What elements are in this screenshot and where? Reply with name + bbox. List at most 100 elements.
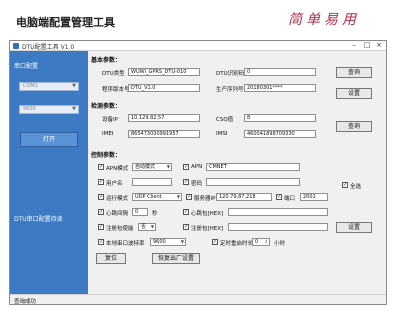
- port-checkbox[interactable]: ✓: [276, 194, 282, 200]
- spinner-arrows-icon: ⇕: [264, 239, 268, 244]
- dtu-type-field[interactable]: WUWI_GPRS_DTU-010: [128, 68, 200, 76]
- reg-enable-label: 注册包使能: [106, 226, 134, 232]
- local-baud-label: 本地串口波特率: [106, 241, 145, 247]
- timed-restart-checkbox[interactable]: ✓: [212, 239, 218, 245]
- apn-mode-value: 自动模式: [135, 164, 156, 170]
- csq-label: CSQ值: [216, 117, 234, 123]
- open-port-button[interactable]: 打开: [20, 132, 78, 147]
- serial-config-label: 串口配置: [14, 63, 39, 70]
- imei-label: IMEI: [102, 131, 114, 137]
- password-label: 密码: [191, 181, 203, 187]
- reg-hex-field[interactable]: [228, 223, 328, 231]
- port-select-value: COM1: [23, 83, 38, 89]
- close-icon[interactable]: ×: [373, 41, 385, 50]
- serial-number-field[interactable]: 20180301****: [244, 84, 316, 92]
- port-field[interactable]: 2001: [300, 193, 328, 201]
- heartbeat-hex-label: 心跳包[HEX]: [191, 211, 224, 217]
- server-ip-label: 服务器IP: [194, 196, 216, 202]
- basic-set-button[interactable]: 设置: [336, 88, 372, 99]
- firmware-field[interactable]: DTU_V1.0: [128, 84, 200, 92]
- baud-select-value: 9600: [23, 106, 36, 112]
- server-ip-field[interactable]: 120.79.87.218: [216, 193, 272, 201]
- dtu-status-label: DTU串口配置待读: [14, 216, 63, 223]
- local-baud-select[interactable]: 9600 ▼: [150, 238, 186, 246]
- imsi-field[interactable]: 460041898709330: [244, 130, 316, 138]
- password-field[interactable]: [206, 178, 300, 186]
- basic-section-heading: 基本参数：: [91, 57, 122, 64]
- basic-query-button[interactable]: 查询: [336, 67, 372, 78]
- status-text: 查询成功: [14, 299, 37, 305]
- serial-number-label: 生产序列号: [216, 87, 244, 93]
- reg-hex-label: 注册包[HEX]: [191, 226, 224, 232]
- run-mode-label: 运行模式: [106, 196, 129, 202]
- port-select[interactable]: COM1 ▼: [19, 82, 79, 91]
- run-mode-value: UDP Client: [135, 194, 162, 200]
- title-bar: DTU配置工具 V1.0 – □ ×: [10, 41, 386, 51]
- hours-unit: 小时: [274, 241, 286, 247]
- select-all-label: 全选: [350, 184, 362, 190]
- chevron-down-icon: ▼: [150, 224, 154, 229]
- window-title: DTU配置工具 V1.0: [22, 44, 75, 51]
- minimize-icon[interactable]: –: [348, 41, 360, 50]
- main-panel: 基本参数： DTU类型 WUWI_GPRS_DTU-010 DTU识别码 0 查…: [88, 51, 386, 296]
- device-ip-field[interactable]: 10.129.82.57: [128, 114, 200, 122]
- apn-mode-label: APN模式: [106, 166, 129, 172]
- device-ip-label: 设备IP: [102, 117, 118, 123]
- reg-hex-checkbox[interactable]: ✓: [183, 224, 189, 230]
- control-set-button[interactable]: 设置: [336, 222, 372, 233]
- server-checkbox[interactable]: ✓: [186, 194, 192, 200]
- sidebar: 串口配置 COM1 ▼ 9600 ▼ 打开 DTU串口配置待读: [10, 51, 88, 296]
- username-checkbox[interactable]: ✓: [98, 179, 104, 185]
- status-bar: 查询成功: [10, 294, 386, 305]
- detect-section-heading: 检测参数：: [91, 103, 122, 110]
- heartbeat-interval-checkbox[interactable]: ✓: [98, 209, 104, 215]
- apn-label: APN: [191, 164, 203, 170]
- dtu-type-label: DTU类型: [102, 71, 125, 77]
- dtu-id-field[interactable]: 0: [244, 68, 316, 76]
- password-checkbox[interactable]: ✓: [183, 179, 189, 185]
- local-baud-checkbox[interactable]: ✓: [98, 239, 104, 245]
- apn-mode-select[interactable]: 自动模式 ▼: [132, 163, 172, 171]
- timed-restart-label: 定时重启时长: [220, 241, 254, 247]
- reset-button[interactable]: 复位: [96, 253, 126, 264]
- local-baud-value: 9600: [153, 239, 166, 245]
- chevron-down-icon: ▼: [72, 83, 76, 89]
- app-icon: [13, 43, 19, 49]
- reg-enable-select[interactable]: 否 ▼: [138, 223, 156, 231]
- apn-mode-checkbox[interactable]: ✓: [98, 164, 104, 170]
- username-label: 用户名: [106, 181, 123, 187]
- heartbeat-interval-label: 心跳间隔: [106, 211, 129, 217]
- imei-field[interactable]: 865473030991957: [128, 130, 200, 138]
- heartbeat-hex-field[interactable]: [228, 208, 328, 216]
- firmware-label: 程序版本号: [102, 87, 130, 93]
- maximize-icon[interactable]: □: [361, 41, 373, 50]
- heartbeat-interval-field[interactable]: 0: [132, 208, 148, 216]
- run-mode-select[interactable]: UDP Client ▼: [132, 193, 182, 201]
- reg-enable-checkbox[interactable]: ✓: [98, 224, 104, 230]
- control-section-heading: 控制参数：: [91, 152, 122, 159]
- reg-enable-value: 否: [141, 224, 147, 230]
- chevron-down-icon: ▼: [176, 194, 180, 199]
- chevron-down-icon: ▼: [180, 239, 184, 244]
- timed-restart-value: 0: [255, 239, 259, 245]
- apn-checkbox[interactable]: ✓: [183, 164, 189, 170]
- page-title: 电脑端配置管理工具: [16, 16, 115, 29]
- baud-select[interactable]: 9600 ▼: [19, 105, 79, 114]
- apn-field[interactable]: CMNET: [206, 163, 300, 171]
- port-label: 端口: [284, 196, 296, 202]
- imsi-label: IMSI: [216, 131, 228, 137]
- csq-field[interactable]: 8: [244, 114, 316, 122]
- brand-calligraphy: 简单易用: [288, 12, 360, 28]
- dtu-id-label: DTU识别码: [216, 71, 245, 77]
- chevron-down-icon: ▼: [166, 164, 170, 169]
- detect-query-button[interactable]: 查询: [336, 121, 372, 132]
- select-all-checkbox[interactable]: ✓: [342, 182, 348, 188]
- timed-restart-spinner[interactable]: 0 ⇕: [252, 238, 270, 246]
- heartbeat-hex-checkbox[interactable]: ✓: [183, 209, 189, 215]
- username-field[interactable]: [132, 178, 172, 186]
- factory-reset-button[interactable]: 恢复出厂设置: [152, 253, 200, 264]
- app-window: DTU配置工具 V1.0 – □ × 串口配置 COM1 ▼ 9600 ▼ 打开…: [9, 40, 387, 305]
- run-mode-checkbox[interactable]: ✓: [98, 194, 104, 200]
- chevron-down-icon: ▼: [72, 106, 76, 112]
- seconds-unit: 秒: [152, 211, 158, 217]
